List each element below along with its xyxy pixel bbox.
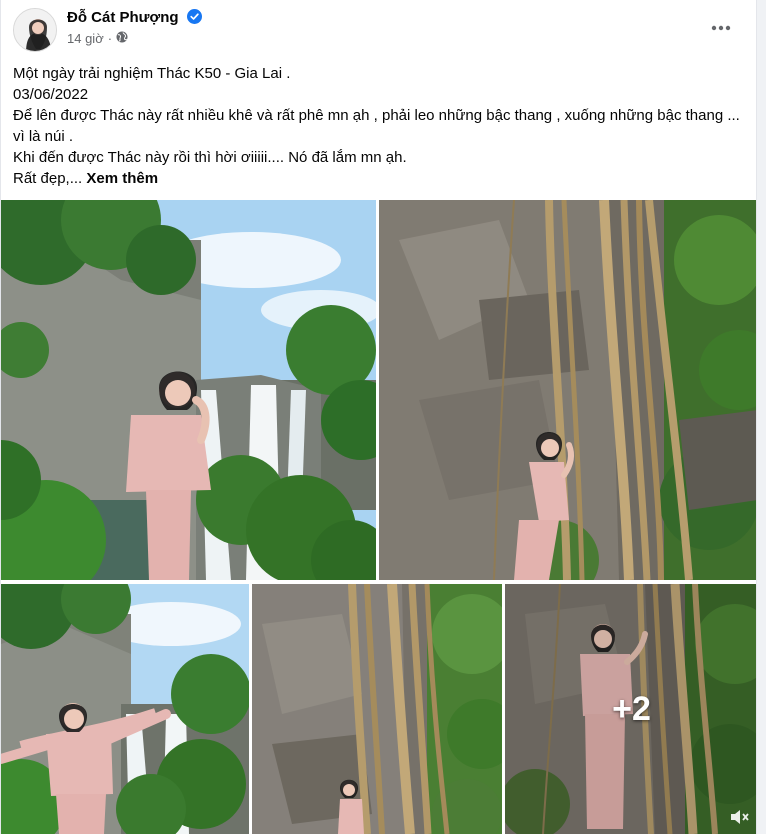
photo-grid: +2 (1, 200, 756, 834)
globe-icon[interactable] (116, 31, 128, 46)
photo-2[interactable] (379, 200, 756, 580)
author-name[interactable]: Đỗ Cát Phượng (67, 9, 179, 26)
post-line: Khi đến được Thác này rồi thì hời ơiiiii… (13, 149, 407, 166)
photo-1[interactable] (1, 200, 376, 580)
post-card: Đỗ Cát Phượng 14 giờ · Một ngày trải ngh… (0, 0, 757, 834)
post-line: 03/06/2022 (13, 86, 89, 103)
post-line: Rất đẹp,... (13, 170, 83, 187)
post-header: Đỗ Cát Phượng 14 giờ · (1, 0, 756, 56)
photo-3[interactable] (1, 584, 249, 834)
post-line-last: Rất đẹp,... Xem thêm (13, 168, 748, 189)
photo-4[interactable] (252, 584, 502, 834)
verified-badge-icon (186, 9, 202, 28)
more-photos-overlay[interactable]: +2 (505, 584, 756, 834)
post-line: Để lên được Thác này rất nhiều khê và rấ… (13, 107, 740, 145)
post-meta: 14 giờ · (67, 31, 128, 46)
post-text: Một ngày trải nghiệm Thác K50 - Gia Lai … (13, 63, 748, 189)
post-time[interactable]: 14 giờ (67, 31, 104, 46)
more-options-icon[interactable] (705, 14, 737, 42)
author-name-row: Đỗ Cát Phượng (67, 9, 202, 28)
more-photos-count: +2 (612, 689, 651, 728)
speaker-muted-icon[interactable] (730, 808, 750, 826)
post-line: Một ngày trải nghiệm Thác K50 - Gia Lai … (13, 65, 291, 82)
author-avatar[interactable] (13, 8, 57, 52)
see-more-link[interactable]: Xem thêm (86, 170, 158, 187)
photo-5[interactable]: +2 (505, 584, 756, 834)
